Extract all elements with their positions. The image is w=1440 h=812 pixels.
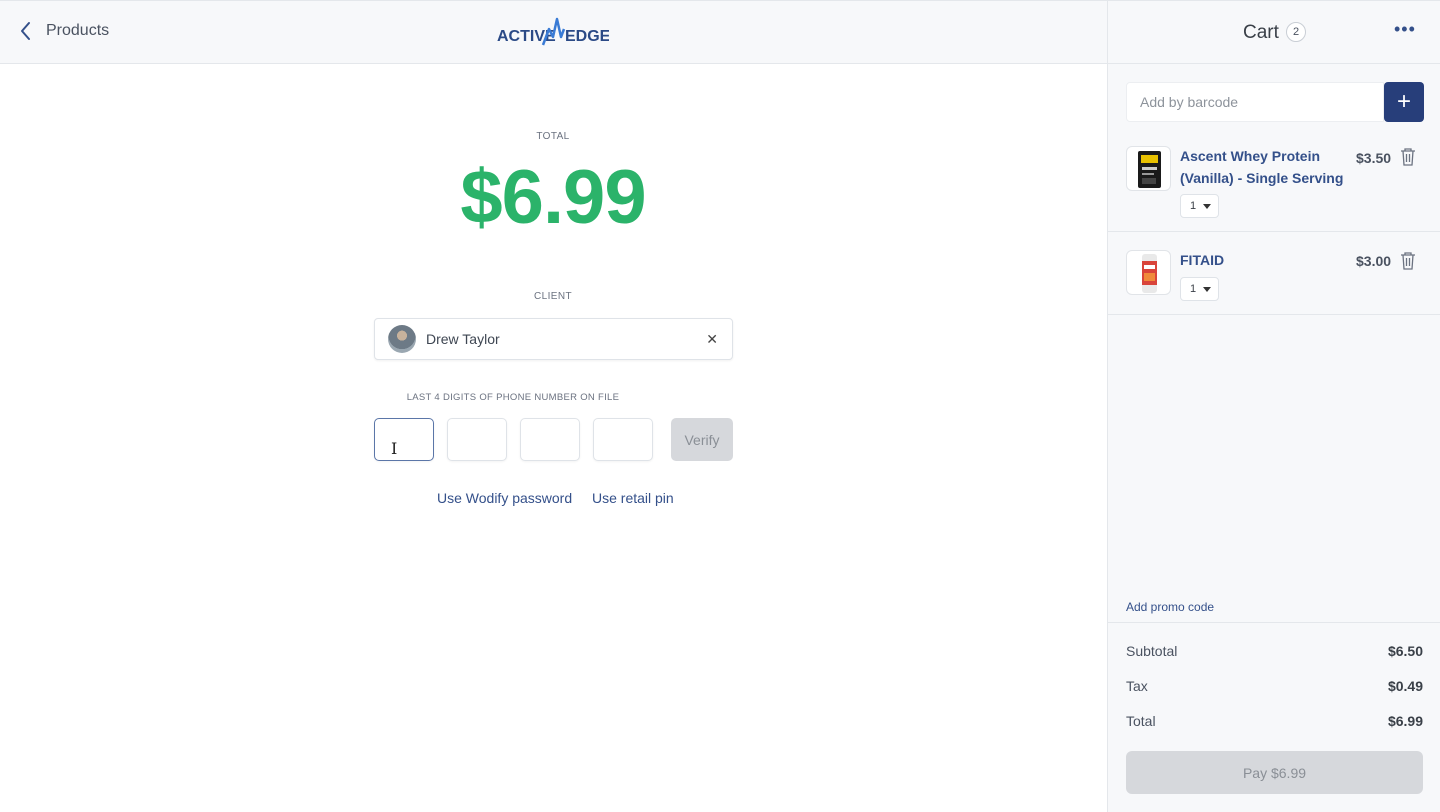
total-label: TOTAL xyxy=(536,131,570,142)
total-amount: $6.99 xyxy=(460,155,646,240)
subtotal-label: Subtotal xyxy=(1126,643,1178,659)
phone-digit-1-input[interactable] xyxy=(374,418,434,461)
fitaid-can-image xyxy=(1126,250,1171,295)
total-row-label: Total xyxy=(1126,713,1156,729)
use-wodify-password-link[interactable]: Use Wodify password xyxy=(437,490,572,506)
caret-down-icon xyxy=(1203,286,1212,292)
trash-icon[interactable] xyxy=(1400,252,1416,270)
subtotal-value: $6.50 xyxy=(1387,643,1423,659)
cart-panel: Cart 2 ••• + Ascent Whey Protein (Vanill… xyxy=(1107,0,1440,812)
client-name: Drew Taylor xyxy=(426,331,500,347)
client-label: CLIENT xyxy=(534,291,572,302)
verify-button[interactable]: Verify xyxy=(671,418,733,461)
pay-button[interactable]: Pay $6.99 xyxy=(1126,751,1423,794)
cart-item-price: $3.50 xyxy=(1356,150,1392,166)
trash-icon[interactable] xyxy=(1400,148,1416,166)
chevron-left-icon xyxy=(21,22,30,40)
more-options-icon[interactable]: ••• xyxy=(1394,19,1416,40)
tax-label: Tax xyxy=(1126,678,1148,694)
back-to-products-button[interactable]: Products xyxy=(18,20,109,42)
phone-digit-3-input[interactable] xyxy=(520,418,580,461)
subtotal-row: Subtotal $6.50 xyxy=(1126,643,1423,659)
text-cursor-icon: I xyxy=(391,439,398,458)
barcode-input[interactable] xyxy=(1126,82,1384,122)
phone-digits-label: LAST 4 DIGITS OF PHONE NUMBER ON FILE xyxy=(406,392,620,403)
tax-value: $0.49 xyxy=(1387,678,1423,694)
tax-row: Tax $0.49 xyxy=(1126,678,1423,694)
svg-text:EDGE: EDGE xyxy=(565,28,609,45)
clear-client-icon[interactable]: ✕ xyxy=(706,331,718,348)
quantity-value: 1 xyxy=(1190,283,1197,295)
cart-item: Ascent Whey Protein (Vanilla) - Single S… xyxy=(1108,130,1440,232)
phone-digit-4-input[interactable] xyxy=(593,418,653,461)
add-barcode-button[interactable]: + xyxy=(1384,82,1424,122)
active-edge-logo: ACTIVE EDGE xyxy=(497,17,609,46)
order-summary xyxy=(1108,622,1440,623)
cart-header: Cart 2 ••• xyxy=(1108,0,1440,64)
quantity-value: 1 xyxy=(1190,200,1197,212)
cart-item-price: $3.00 xyxy=(1356,253,1392,269)
phone-digit-2-input[interactable] xyxy=(447,418,507,461)
client-selector[interactable]: Drew Taylor ✕ xyxy=(374,318,733,360)
cart-title: Cart xyxy=(1243,22,1279,43)
cart-item: FITAID $3.00 1 xyxy=(1108,232,1440,315)
add-promo-code-link[interactable]: Add promo code xyxy=(1126,600,1214,614)
quantity-select[interactable]: 1 xyxy=(1180,194,1219,218)
cart-item-name[interactable]: Ascent Whey Protein (Vanilla) - Single S… xyxy=(1180,145,1350,189)
top-bar: Products ACTIVE EDGE xyxy=(0,0,1107,64)
total-row-value: $6.99 xyxy=(1387,713,1423,729)
quantity-select[interactable]: 1 xyxy=(1180,277,1219,301)
back-label: Products xyxy=(46,22,110,39)
client-avatar xyxy=(388,325,416,353)
cart-count-badge: 2 xyxy=(1286,22,1306,42)
protein-packet-image xyxy=(1126,146,1171,191)
total-row: Total $6.99 xyxy=(1126,713,1423,729)
cart-item-name[interactable]: FITAID xyxy=(1180,249,1350,271)
caret-down-icon xyxy=(1203,203,1212,209)
use-retail-pin-link[interactable]: Use retail pin xyxy=(592,490,674,506)
